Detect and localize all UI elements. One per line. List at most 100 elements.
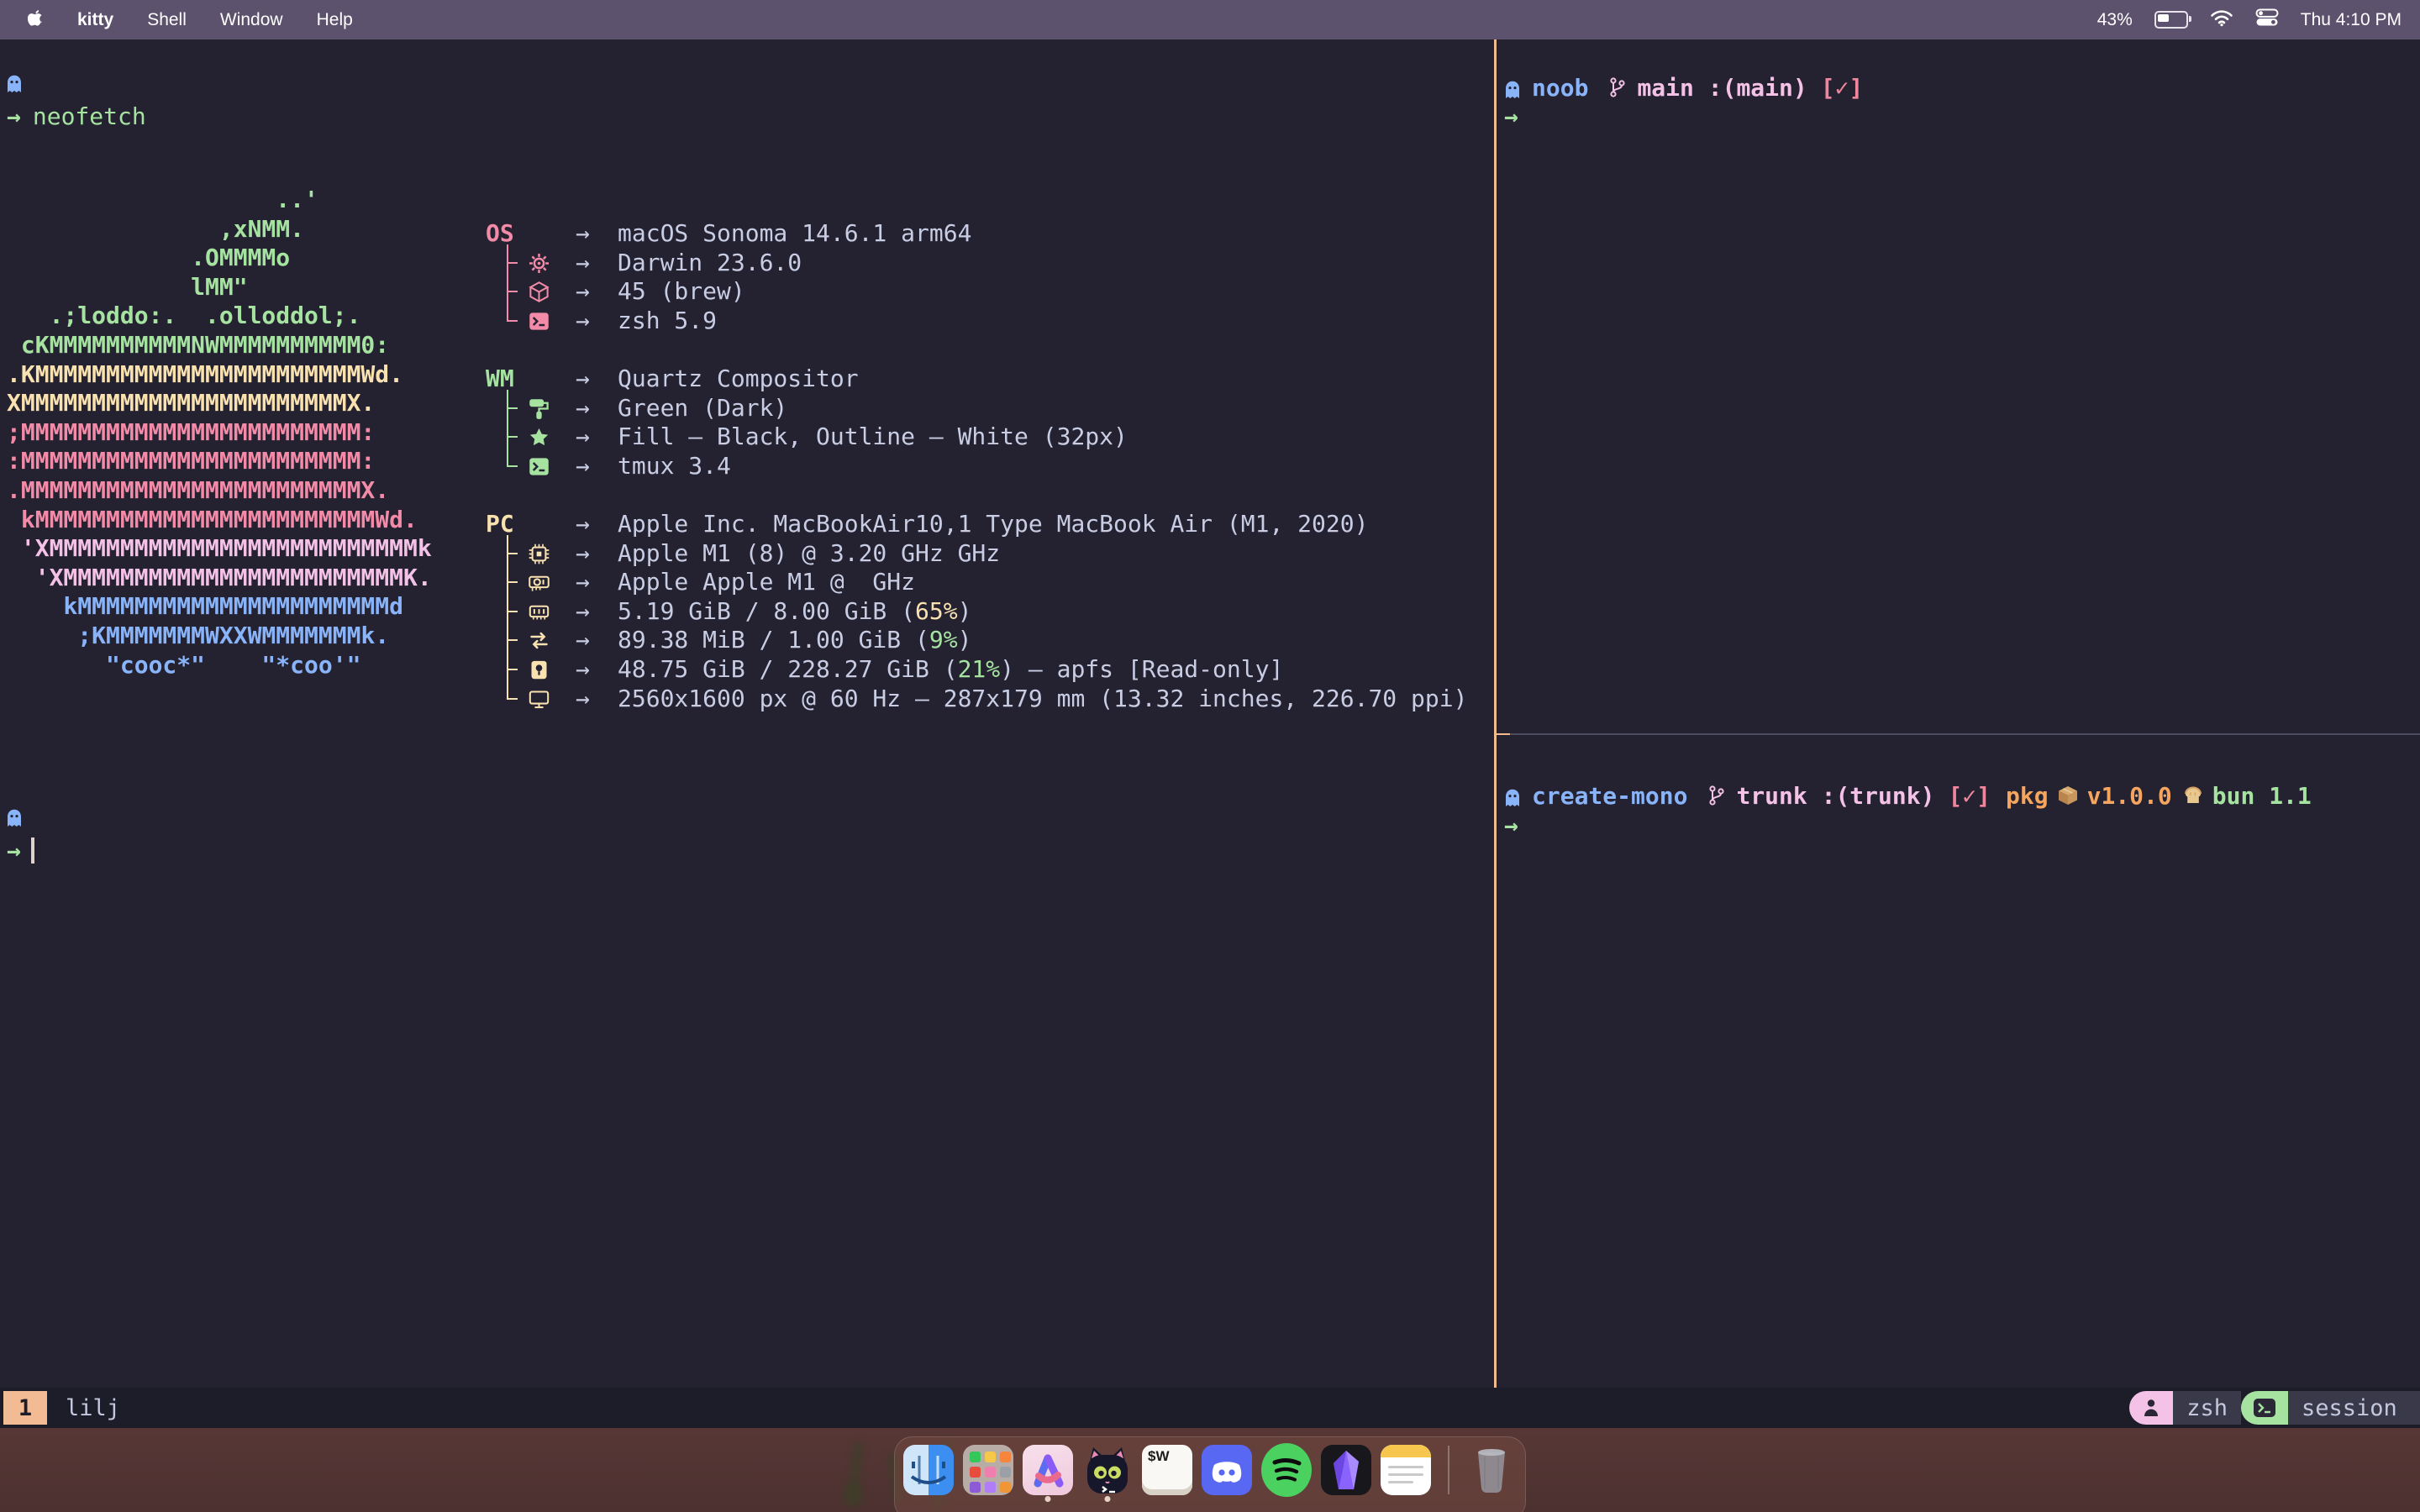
os-label: OS — [486, 219, 514, 249]
gpu-value: Apple Apple M1 @ GHz — [618, 568, 915, 597]
arrow: → — [576, 423, 590, 452]
ghost-prompt-icon — [6, 809, 23, 829]
tmux-status-bar: 1 lilj zsh session — [0, 1388, 2420, 1428]
user-pill — [2129, 1391, 2173, 1425]
package-emoji — [2057, 785, 2079, 806]
terminal-value: tmux 3.4 — [618, 452, 731, 481]
menu-item-window[interactable]: Window — [220, 10, 283, 30]
ascii-art-line: :MMMMMMMMMMMMMMMMMMMMMMMM: — [7, 447, 432, 476]
ascii-art-line: kMMMMMMMMMMMMMMMMMMMMMMd — [7, 592, 432, 622]
dock-icon-obsidian[interactable] — [1321, 1445, 1371, 1495]
wifi-icon[interactable] — [2210, 8, 2233, 32]
apple-menu-icon[interactable] — [27, 8, 44, 33]
wm-label: WM — [486, 365, 514, 394]
icons-icon — [528, 426, 550, 449]
git-status: [✓] — [1821, 74, 1864, 102]
dock-icon-spotify[interactable] — [1261, 1443, 1312, 1497]
tmux-pane-left[interactable]: → neofetch ..' ,xNMM. .OMMMMo lMM" .;lod… — [0, 39, 1494, 1388]
ghost-prompt-icon — [6, 75, 23, 95]
os-value: macOS Sonoma 14.6.1 arm64 — [618, 219, 971, 249]
icons-value: Fill – Black, Outline – White (32px) — [618, 423, 1128, 452]
dock-icon-finder[interactable] — [903, 1445, 954, 1495]
tmux-window-index: 1 — [3, 1391, 47, 1425]
ascii-art-line: .KMMMMMMMMMMMMMMMMMMMMMMMWd. — [7, 360, 432, 390]
session-pill — [2241, 1391, 2288, 1425]
text-cursor — [31, 837, 34, 864]
prompt-line: noob main :(main) [✓] — [1504, 73, 1863, 102]
wm-value: Quartz Compositor — [618, 365, 859, 394]
arrow: → — [576, 626, 590, 655]
swap-value: 89.38 MiB / 1.00 GiB (9%) — [618, 626, 971, 655]
command-text: neofetch — [33, 102, 146, 130]
memory-percent: 65% — [915, 597, 958, 625]
prompt-arrow: → — [1504, 811, 1518, 839]
arrow: → — [576, 277, 590, 307]
running-indicator — [1105, 1496, 1111, 1502]
ascii-art-line: lMM" — [7, 273, 432, 302]
dock-icon-trash[interactable] — [1466, 1445, 1517, 1495]
disk-value: 48.75 GiB / 228.27 GiB (21%) – apfs [Rea… — [618, 655, 1283, 685]
ascii-art-line: ,xNMM. — [7, 215, 432, 244]
battery-icon[interactable] — [2154, 11, 2188, 29]
disk-percent: 21% — [958, 655, 1001, 683]
terminal-icon — [2252, 1397, 2277, 1419]
menu-item-help[interactable]: Help — [317, 10, 353, 30]
battery-percent: 43% — [2097, 10, 2133, 30]
gpu-icon — [528, 571, 550, 594]
active-prompt-line[interactable]: → — [7, 836, 21, 865]
cpu-icon — [528, 543, 550, 565]
keycap-label: $W — [1148, 1448, 1170, 1465]
control-center-icon[interactable] — [2255, 8, 2279, 32]
prompt-arrow: → — [7, 837, 21, 864]
theme-value: Green (Dark) — [618, 394, 787, 423]
arrow: → — [576, 597, 590, 627]
arrow: → — [576, 568, 590, 597]
shell-icon — [528, 310, 550, 333]
ascii-art-line: .OMMMMo — [7, 244, 432, 273]
dock-icon-discord[interactable] — [1202, 1445, 1252, 1495]
git-branch-icon — [1608, 76, 1630, 98]
arrow: → — [576, 452, 590, 481]
arrow: → — [576, 685, 590, 714]
kernel-value: Darwin 23.6.0 — [618, 249, 802, 278]
arrow: → — [576, 365, 590, 394]
tmux-shell-label: zsh — [2173, 1391, 2241, 1425]
arrow: → — [576, 655, 590, 685]
dock-icon-notes[interactable] — [1381, 1445, 1431, 1495]
menu-item-shell[interactable]: Shell — [147, 10, 187, 30]
pkg-label: pkg — [2006, 782, 2049, 810]
memory-value: 5.19 GiB / 8.00 GiB (65%) — [618, 597, 971, 627]
git-branch-text: trunk :(trunk) — [1736, 782, 1934, 810]
arrow: → — [576, 219, 590, 249]
arrow: → — [576, 394, 590, 423]
ascii-art-line: ;MMMMMMMMMMMMMMMMMMMMMMMM: — [7, 418, 432, 448]
menu-app-name[interactable]: kitty — [77, 10, 113, 30]
package-icon — [528, 281, 550, 303]
menu-clock[interactable]: Thu 4:10 PM — [2301, 10, 2402, 30]
machine-value: Apple Inc. MacBookAir10,1 Type MacBook A… — [618, 510, 1368, 539]
person-icon — [2140, 1397, 2162, 1419]
tmux-pane-right-top[interactable]: noob main :(main) [✓] → — [1497, 39, 2420, 733]
ascii-art-line: .;loddo:. .olloddol;. — [7, 302, 432, 331]
dock-icon-launchpad[interactable] — [963, 1445, 1013, 1495]
ghost-prompt-icon — [1504, 77, 1521, 97]
ascii-art-line: .MMMMMMMMMMMMMMMMMMMMMMMMX. — [7, 476, 432, 506]
prompt-arrow: → — [7, 102, 21, 130]
repo-name: noob — [1532, 74, 1588, 102]
theme-icon — [528, 397, 550, 420]
dock: $W — [894, 1436, 1526, 1512]
tmux-window-tab[interactable]: 1 lilj — [0, 1391, 120, 1425]
tmux-pane-right-bottom[interactable]: create-mono trunk :(trunk) [✓] pkg v1.0.… — [1497, 735, 2420, 1388]
dock-icon-shortcut-key[interactable]: $W — [1142, 1445, 1192, 1495]
bun-version: bun 1.1 — [2212, 782, 2312, 810]
bread-emoji — [2182, 785, 2204, 806]
ghost-prompt-icon — [1504, 785, 1521, 806]
arrow: → — [576, 510, 590, 539]
packages-value: 45 (brew) — [618, 277, 745, 307]
gear-icon — [528, 252, 550, 275]
tmux-window-name: lilj — [66, 1395, 120, 1421]
dock-icon-kitty-terminal[interactable] — [1082, 1445, 1133, 1495]
dock-icon-arc-browser[interactable] — [1023, 1445, 1073, 1495]
prompt-arrow: → — [1504, 102, 1518, 130]
pc-label: PC — [486, 510, 514, 539]
